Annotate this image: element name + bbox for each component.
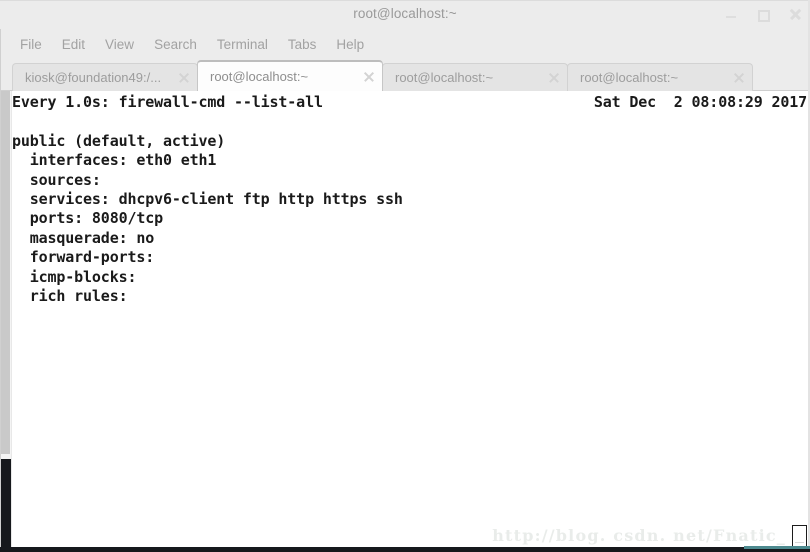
- terminal-line-icmp-blocks: icmp-blocks:: [12, 267, 146, 286]
- watch-timestamp: Sat Dec 2 08:08:29 2017: [593, 93, 807, 111]
- menu-item-file[interactable]: File: [10, 35, 52, 54]
- tab-close-icon[interactable]: [362, 70, 376, 84]
- terminal-line-sources: sources:: [12, 170, 110, 189]
- menu-item-view[interactable]: View: [95, 35, 144, 54]
- terminal-screen[interactable]: Every 1.0s: firewall-cmd --list-all Sat …: [12, 91, 810, 552]
- tab-bar: kiosk@foundation49:/... root@localhost:~…: [0, 59, 810, 91]
- window-left-border: [0, 29, 1, 547]
- tab-root-localhost-1[interactable]: root@localhost:~: [197, 60, 383, 91]
- tab-close-icon[interactable]: [732, 71, 746, 85]
- terminal-window: root@localhost:~ File Edit View Search T…: [0, 0, 810, 552]
- watch-header: Every 1.0s: firewall-cmd --list-all Sat …: [12, 93, 810, 112]
- menu-item-search[interactable]: Search: [144, 35, 207, 54]
- terminal-line-zone: public (default, active): [12, 131, 226, 150]
- window-bottom-accent: [744, 546, 810, 549]
- menu-item-tabs[interactable]: Tabs: [278, 35, 327, 54]
- scrollbar-bottom-region: [0, 459, 11, 552]
- watermark-text: http://blog. csdn. net/Fnatic_: [492, 525, 786, 545]
- close-icon[interactable]: [786, 5, 804, 23]
- menu-item-edit[interactable]: Edit: [52, 35, 95, 54]
- window-title: root@localhost:~: [353, 6, 457, 21]
- terminal-line-services: services: dhcpv6-client ftp http https s…: [12, 189, 403, 208]
- menu-bar: File Edit View Search Terminal Tabs Help: [0, 30, 810, 59]
- title-bar: root@localhost:~: [0, 0, 810, 30]
- terminal-scrollbar[interactable]: [0, 91, 12, 552]
- terminal-line-forward-ports: forward-ports:: [12, 248, 163, 267]
- tab-kiosk-foundation49[interactable]: kiosk@foundation49:/...: [12, 63, 198, 91]
- terminal-line-masquerade: masquerade: no: [12, 228, 155, 247]
- minimize-icon[interactable]: [722, 5, 740, 23]
- terminal-line-interfaces: interfaces: eth0 eth1: [12, 151, 217, 170]
- tab-root-localhost-2[interactable]: root@localhost:~: [382, 63, 568, 91]
- tab-label: root@localhost:~: [210, 69, 309, 84]
- menu-item-help[interactable]: Help: [326, 35, 374, 54]
- tab-close-icon[interactable]: [547, 71, 561, 85]
- window-controls: [722, 5, 804, 23]
- terminal-body: Every 1.0s: firewall-cmd --list-all Sat …: [0, 91, 810, 552]
- maximize-icon[interactable]: [754, 5, 772, 23]
- tab-label: kiosk@foundation49:/...: [25, 70, 162, 85]
- scrollbar-thumb[interactable]: [1, 91, 10, 454]
- watch-command: Every 1.0s: firewall-cmd --list-all: [12, 93, 323, 111]
- menu-item-terminal[interactable]: Terminal: [207, 35, 278, 54]
- terminal-line-ports: ports: 8080/tcp: [12, 209, 163, 228]
- window-bottom-border: [0, 547, 810, 552]
- tab-close-icon[interactable]: [177, 71, 191, 85]
- tab-label: root@localhost:~: [395, 70, 494, 85]
- terminal-cursor: [792, 525, 807, 548]
- tab-label: root@localhost:~: [580, 70, 679, 85]
- tab-root-localhost-3[interactable]: root@localhost:~: [567, 63, 753, 91]
- terminal-line-rich-rules: rich rules:: [12, 286, 137, 305]
